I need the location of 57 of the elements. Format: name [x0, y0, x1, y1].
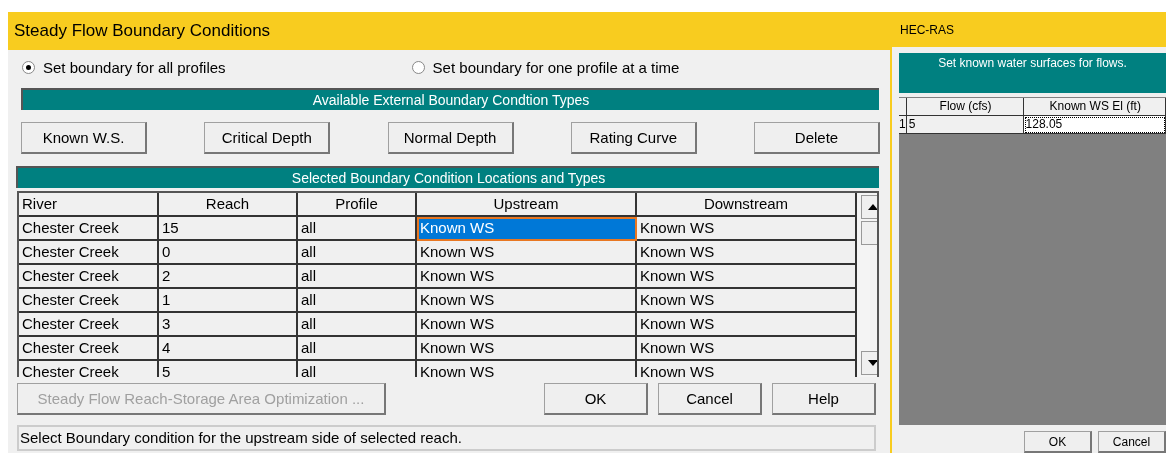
column-header: Profile — [298, 193, 417, 217]
section-header: Available External Boundary Condtion Types — [21, 88, 879, 110]
table-cell[interactable]: 128.05 — [1023, 116, 1166, 134]
table-cell[interactable]: Known WS — [417, 217, 637, 241]
table-cell[interactable]: Known WS — [417, 313, 637, 337]
table-cell: 4 — [159, 337, 298, 361]
boundary-type-button[interactable]: Delete — [754, 122, 880, 154]
table-cell: Known WS — [637, 313, 857, 337]
radio-button[interactable] — [411, 60, 425, 74]
table-cell: 3 — [159, 313, 298, 337]
table-cell: 2 — [159, 265, 298, 289]
dialog-button[interactable]: Cancel — [658, 383, 762, 415]
boundary-type-button[interactable]: Rating Curve — [570, 122, 697, 154]
table-cell: all — [298, 313, 417, 337]
table-cell: Known WS — [637, 265, 857, 289]
status-bar: Select Boundary condition for the upstream side of selected reach. — [17, 425, 876, 451]
boundary-type-button[interactable]: Critical Depth — [204, 122, 331, 154]
table-cell[interactable]: Known WS — [417, 241, 637, 265]
table-cell[interactable]: Known WS — [417, 289, 637, 313]
table-cell: 0 — [159, 241, 298, 265]
radio-label[interactable]: Set boundary for one profile at a time — [432, 58, 680, 76]
dialog-button[interactable]: Cancel — [1098, 431, 1166, 453]
boundary-type-button[interactable]: Known W.S. — [21, 122, 147, 154]
radio-label[interactable]: Set boundary for all profiles — [43, 58, 226, 76]
table-cell: Chester Creek — [19, 265, 159, 289]
dialog-button[interactable]: Help — [772, 383, 876, 415]
instruction-panel: Set known water surfaces for flows. — [899, 53, 1166, 93]
dialog-button[interactable]: OK — [1024, 431, 1092, 453]
boundary-type-button[interactable]: Normal Depth — [387, 122, 514, 154]
radio-button[interactable] — [22, 60, 35, 74]
scroll-thumb[interactable] — [861, 221, 877, 245]
dialog-button[interactable]: OK — [544, 383, 648, 415]
window-title: Steady Flow Boundary Conditions — [14, 21, 271, 41]
table-cell[interactable]: Known WS — [417, 265, 637, 289]
column-header: Reach — [159, 193, 298, 217]
table-cell: all — [298, 337, 417, 361]
window-title: HEC-RAS — [900, 22, 954, 37]
column-header: Downstream — [637, 193, 857, 217]
table-cell: Chester Creek — [19, 313, 159, 337]
table-cell: Known WS — [637, 241, 857, 265]
table-cell: all — [298, 289, 417, 313]
row-number: 1 — [899, 116, 907, 134]
table-cell[interactable]: Known WS — [417, 337, 637, 361]
table-cell: all — [298, 241, 417, 265]
table-cell: Chester Creek — [19, 217, 159, 241]
table-cell: Chester Creek — [19, 337, 159, 361]
table-cell: Chester Creek — [19, 241, 159, 265]
section-header: Selected Boundary Condition Locations and Types — [16, 166, 879, 188]
table-cell: Known WS — [637, 217, 857, 241]
table-cell: Chester Creek — [19, 289, 159, 313]
table-cell: 15 — [159, 217, 298, 241]
table-cell: 5 — [906, 116, 1024, 134]
column-header: River — [19, 193, 159, 217]
table-cell: Known WS — [637, 289, 857, 313]
table-cell: 1 — [159, 289, 298, 313]
table-cell: Known WS — [637, 337, 857, 361]
table-cell: all — [298, 265, 417, 289]
